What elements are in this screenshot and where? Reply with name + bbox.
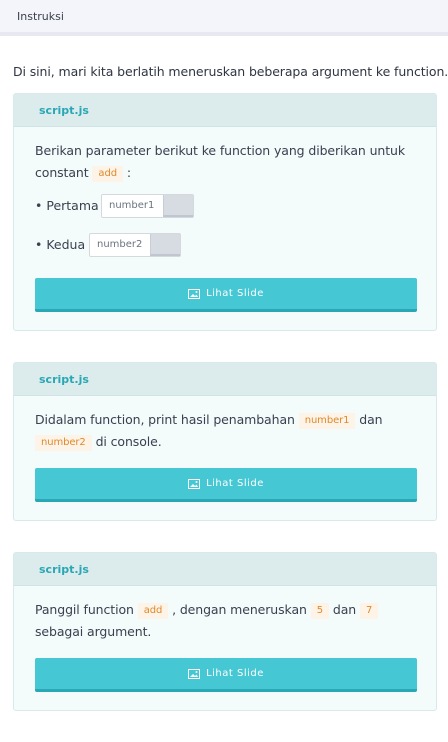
- code-snippet: add: [137, 603, 169, 619]
- code-snippet: 7: [359, 603, 379, 619]
- button-label: Lihat Slide: [206, 668, 264, 679]
- image-icon: [188, 478, 201, 489]
- lihat-slide-button[interactable]: Lihat Slide: [35, 278, 417, 312]
- file-name: script.js: [39, 104, 89, 117]
- task-text-part: di console.: [91, 434, 162, 449]
- task-card-3: script.js Panggil function add , dengan …: [13, 552, 437, 711]
- code-snippet: 5: [310, 603, 329, 619]
- param-row-kedua: • Kedua number2: [35, 233, 215, 257]
- image-icon: [188, 288, 201, 299]
- task-text-part: Berikan parameter berikut ke function ya…: [35, 143, 406, 180]
- param-input-number1[interactable]: number1: [101, 194, 194, 218]
- file-name: script.js: [39, 563, 89, 576]
- param-placeholder: number2: [97, 239, 143, 250]
- task-card-2: script.js Didalam function, print hasil …: [13, 362, 437, 521]
- task-text-part: dan: [355, 412, 383, 427]
- card-header: script.js: [14, 94, 436, 127]
- code-snippet: number1: [298, 413, 356, 429]
- task-text-part: , dengan meneruskan: [168, 602, 311, 617]
- card-header: script.js: [14, 363, 436, 396]
- button-label: Lihat Slide: [206, 478, 264, 489]
- image-icon: [188, 668, 201, 679]
- task-text: Berikan parameter berikut ke function ya…: [35, 140, 405, 184]
- file-name: script.js: [39, 373, 89, 386]
- code-snippet: number2: [35, 435, 92, 451]
- lihat-slide-button[interactable]: Lihat Slide: [35, 658, 417, 692]
- param-input-number2[interactable]: number2: [89, 233, 181, 257]
- task-text-part: Panggil function: [35, 602, 138, 617]
- param-drop-slot[interactable]: [163, 195, 193, 217]
- intro-text: Di sini, mari kita berlatih meneruskan b…: [13, 64, 448, 79]
- param-row-pertama: • Pertama number1: [35, 194, 215, 218]
- button-label: Lihat Slide: [206, 288, 264, 299]
- code-snippet: add: [92, 166, 123, 182]
- task-text: Didalam function, print hasil penambahan…: [35, 409, 405, 453]
- task-text: Panggil function add , dengan meneruskan…: [35, 599, 405, 643]
- lihat-slide-button[interactable]: Lihat Slide: [35, 468, 417, 502]
- instructions-title: Instruksi: [17, 10, 64, 23]
- task-text-part: Didalam function, print hasil penambahan: [35, 412, 299, 427]
- task-text-part: :: [122, 165, 131, 180]
- card-header: script.js: [14, 553, 436, 586]
- task-card-1: script.js Berikan parameter berikut ke f…: [13, 93, 437, 331]
- task-text-part: dan: [328, 602, 360, 617]
- param-drop-slot[interactable]: [150, 234, 180, 256]
- param-label: • Pertama: [35, 198, 99, 213]
- param-label: • Kedua: [35, 237, 86, 252]
- instructions-header: Instruksi: [0, 0, 448, 36]
- task-text-part: sebagai argument.: [35, 624, 152, 639]
- param-placeholder: number1: [109, 200, 155, 211]
